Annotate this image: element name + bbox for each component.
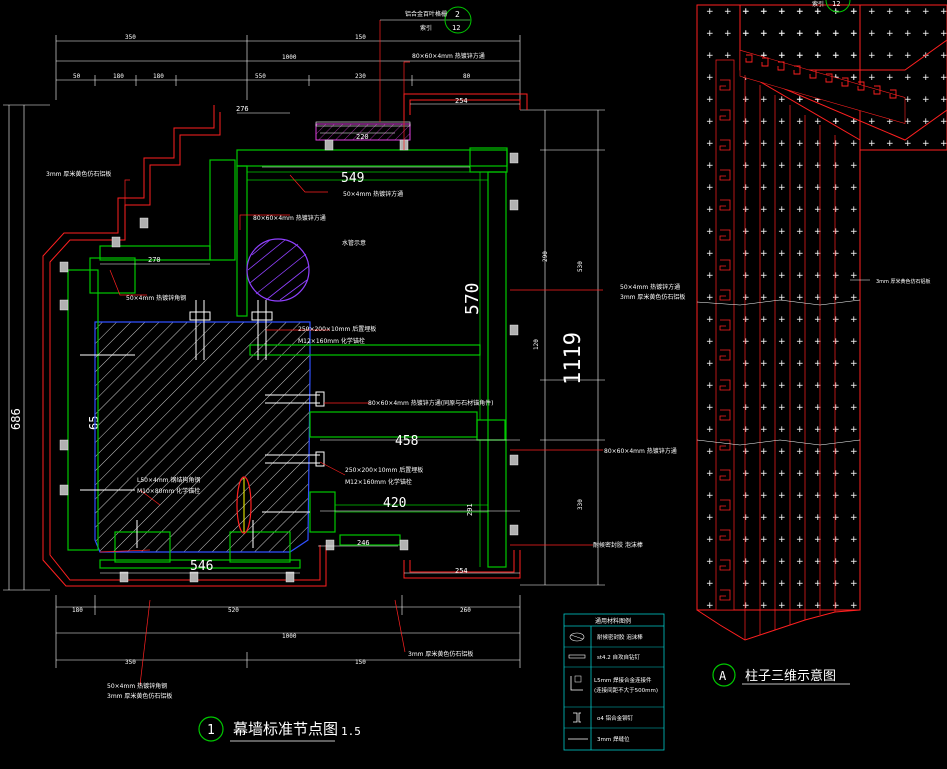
dim-label: 350 — [125, 34, 136, 41]
dim-label: 550 — [255, 73, 266, 80]
dim-label: 290 — [542, 251, 549, 262]
dim-label: 180 — [72, 607, 83, 614]
ref-top-sheet: 12 — [452, 24, 460, 32]
bolt-icon — [568, 654, 586, 659]
note-seal: 耐候密封胶 泡沫棒 — [593, 541, 643, 549]
concrete-column — [94, 321, 311, 553]
title-side: A 柱子三维示意图 — [712, 663, 850, 687]
note-bolt2: M10×80mm 化学锚栓 — [137, 487, 200, 495]
dim-label: 270 — [148, 256, 161, 264]
column-3d-view: 3mm 厚米黄色仿石铝板 12 索引 A 柱子三维示意图 — [696, 0, 947, 687]
note-bolt1: M12×160mm 化学锚栓 — [298, 337, 365, 345]
dim-label: 50 — [73, 73, 81, 80]
legend-row-text: st4.2 自攻自钻钉 — [597, 653, 641, 661]
dim-label: 150 — [355, 34, 366, 41]
dim-label: 150 — [355, 659, 366, 666]
ref-callout-top: 铝合金百叶格栅 索引 2 12 — [380, 6, 472, 34]
note-right3: 80×60×4mm 热镀锌方通 — [604, 447, 677, 455]
ref-top-text: 铝合金百叶格栅 — [405, 10, 447, 18]
dim-label: 80 — [463, 73, 471, 80]
dim-label: 180 — [153, 73, 164, 80]
note-right1: 50×4mm 热镀锌方通 — [620, 283, 680, 291]
title-side-letter: A — [719, 669, 727, 683]
cad-drawing-canvas: + 350 150 1000 50 180 180 550 230 — [3, 0, 947, 751]
dim-label: 180 — [113, 73, 124, 80]
title-side-text: 柱子三维示意图 — [745, 668, 836, 684]
dim-label: 546 — [190, 559, 213, 574]
note-tube3: 80×60×4mm 热镀锌方通 — [253, 214, 326, 222]
note-plate1: 250×200×10mm 后置埋板 — [298, 325, 376, 333]
note-bottom3: 3mm 厚米黄色仿石铝板 — [107, 692, 172, 700]
dim-686: 686 — [9, 408, 23, 430]
legend-row-text: 3mm 焊缝位 — [597, 735, 630, 743]
dim-label: 530 — [577, 261, 584, 272]
title-main-scale: 1.5 — [341, 725, 361, 738]
dim-label: 1000 — [282, 54, 297, 61]
note-bolt3: M12×160mm 化学锚栓 — [345, 478, 412, 486]
note-stone-left: 3mm 厚米黄色仿石铝板 — [46, 170, 111, 178]
legend-row-text: o4 铝合金铆钉 — [597, 714, 634, 722]
dim-label: 350 — [125, 659, 136, 666]
dim-label: 1000 — [282, 633, 297, 640]
title-main-num: 1 — [207, 723, 215, 738]
top-dimensions — [55, 35, 521, 100]
ref-side-sheet: 12 — [832, 0, 840, 8]
note-3d: 3mm 厚米黄色仿石铝板 — [876, 278, 931, 285]
dim-label: 254 — [455, 567, 468, 575]
note-right2: 3mm 厚米黄色仿石铝板 — [620, 293, 685, 301]
note-tube1: 80×60×4mm 热镀锌方通 — [412, 52, 485, 60]
angle-icon — [570, 675, 583, 691]
note-tube4: 80×60×4mm 热镀锌方通(同原与石材锚角件) — [368, 399, 493, 407]
dim-label: 330 — [577, 499, 584, 510]
legend-row-text: (连接间距不大于500mm) — [594, 686, 658, 694]
note-angle: 50×4mm 热镀锌角钢 — [126, 294, 186, 302]
note-plate2: 250×200×10mm 后置埋板 — [345, 466, 423, 474]
dim-label: 458 — [395, 434, 418, 449]
ref-top-num: 2 — [455, 10, 460, 19]
ref-side-label: 索引 — [812, 0, 824, 8]
dim-1119: 1119 — [561, 332, 586, 385]
rivet-icon — [573, 712, 581, 723]
foam-rod-icon — [569, 632, 585, 642]
main-detail: 350 150 1000 50 180 180 550 230 80 686 6… — [3, 6, 685, 742]
dim-label: 549 — [341, 171, 364, 186]
note-bottom2: 50×4mm 热镀锌角钢 — [107, 682, 167, 690]
legend-row-text: L5mm 焊接合金连接件 — [594, 676, 652, 684]
note-tube2: 50×4mm 热镀锌方通 — [343, 190, 403, 198]
dim-label: 276 — [236, 105, 249, 113]
dim-label: 230 — [355, 73, 366, 80]
legend-title: 通用材料图例 — [595, 617, 631, 625]
title-main-text: 幕墙标准节点图 — [233, 720, 338, 738]
dim-label: 420 — [383, 496, 406, 511]
title-main: 1 幕墙标准节点图 1.5 — [198, 716, 361, 742]
legend-table: 通用材料图例 耐候密封胶 泡沫棒 st4.2 自攻自钻钉 L5mm 焊接合金连接… — [563, 613, 665, 751]
note-bottom1: 3mm 厚米黄色仿石铝板 — [408, 650, 473, 658]
dim-label: 260 — [460, 607, 471, 614]
ref-top-label2: 索引 — [420, 24, 432, 32]
dim-label: 291 — [466, 503, 474, 516]
note-angle2: L50×4mm 钢结构角钢 — [137, 476, 200, 484]
dim-label: 120 — [533, 339, 540, 350]
dim-label: 246 — [357, 539, 370, 547]
dim-label: 520 — [228, 607, 239, 614]
dim-label: 220 — [356, 133, 369, 141]
legend-row-text: 耐候密封胶 泡沫棒 — [597, 633, 643, 641]
water-pipe — [246, 238, 310, 302]
note-pipe: 水管示意 — [342, 239, 366, 247]
dim-label: 254 — [455, 97, 468, 105]
